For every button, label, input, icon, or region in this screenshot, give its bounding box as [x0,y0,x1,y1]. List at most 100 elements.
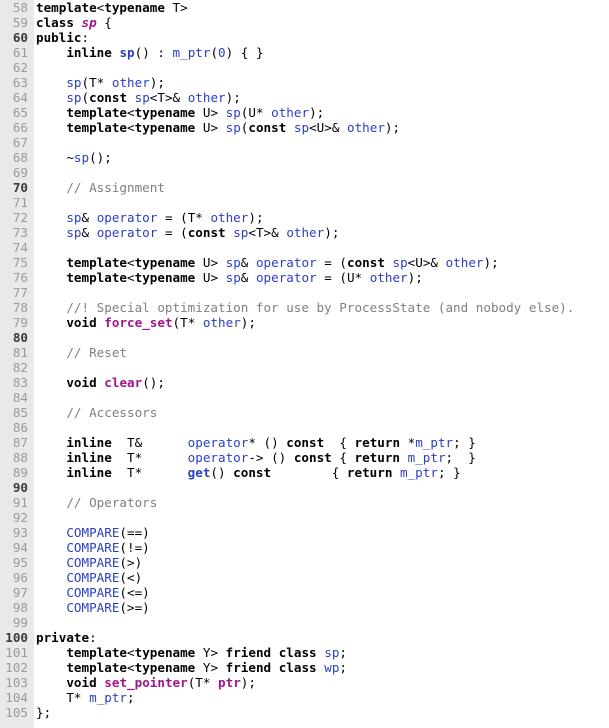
code-line[interactable]: 69 [0,165,609,180]
code-line[interactable]: 94 COMPARE(!=) [0,540,609,555]
code-line[interactable]: 63 sp(T* other); [0,75,609,90]
line-code[interactable]: inline T& operator* () const { return *m… [36,435,476,450]
line-code[interactable]: template<typename Y> friend class sp; [36,645,347,660]
code-line[interactable]: 99 [0,615,609,630]
code-line[interactable]: 104 T* m_ptr; [0,690,609,705]
code-line[interactable]: 88 inline T* operator-> () const { retur… [0,450,609,465]
line-code[interactable]: template<typename T> [36,0,188,15]
code-lines-container[interactable]: 58 template<typename T> 59 class sp {60 publ… [0,0,609,720]
code-token: sp [225,270,241,285]
code-line[interactable]: 64 sp(const sp<T>& other); [0,90,609,105]
code-line[interactable]: 103 void set_pointer(T* ptr); [0,675,609,690]
code-line[interactable]: 78 //! Special optimization for use by P… [0,300,609,315]
code-line[interactable]: 75 template<typename U> sp& operator = (… [0,255,609,270]
code-line[interactable]: 65 template<typename U> sp(U* other); [0,105,609,120]
code-line[interactable]: 86 [0,420,609,435]
code-line[interactable]: 102 template<typename Y> friend class wp… [0,660,609,675]
code-line[interactable]: 92 [0,510,609,525]
code-token: (); [142,375,165,390]
code-token: sp [233,225,249,240]
line-code[interactable]: private: [36,630,97,645]
line-code[interactable]: //! Special optimization for use by Proc… [36,300,574,315]
code-line[interactable]: 74 [0,240,609,255]
code-line[interactable]: 84 [0,390,609,405]
line-code[interactable]: inline sp() : m_ptr(0) { } [36,45,263,60]
code-line[interactable]: 73 sp& operator = (const sp<T>& other); [0,225,609,240]
line-code[interactable]: T* m_ptr; [36,690,134,705]
code-line[interactable]: 58 template<typename T> [0,0,609,15]
line-code[interactable]: // Assignment [36,180,165,195]
line-number: 82 [12,360,28,375]
code-line[interactable]: 95 COMPARE(>) [0,555,609,570]
line-code[interactable]: // Reset [36,345,127,360]
code-token: ); [248,210,264,225]
line-code[interactable]: // Accessors [36,405,157,420]
code-line[interactable]: 83 void clear(); [0,375,609,390]
line-code[interactable]: COMPARE(<) [36,570,142,585]
code-line[interactable]: 81 // Reset [0,345,609,360]
line-code[interactable]: sp(const sp<T>& other); [36,90,240,105]
line-code[interactable]: // Operators [36,495,157,510]
code-token: return [354,450,401,465]
line-code[interactable]: COMPARE(==) [36,525,149,540]
code-line[interactable]: 90 [0,480,609,495]
code-line[interactable]: 72 sp& operator = (T* other); [0,210,609,225]
line-code[interactable]: template<typename U> sp(U* other); [36,105,324,120]
line-code[interactable]: ~sp(); [36,150,112,165]
line-code[interactable]: inline T* get() const { return m_ptr; } [36,465,460,480]
code-token: { [324,435,355,450]
line-code[interactable]: COMPARE(>=) [36,600,149,615]
code-line[interactable]: 60 public: [0,30,609,45]
code-line[interactable]: 87 inline T& operator* () const { return… [0,435,609,450]
line-code[interactable]: COMPARE(!=) [36,540,149,555]
line-code[interactable]: COMPARE(<=) [36,585,149,600]
line-code[interactable]: sp(T* other); [36,75,165,90]
line-code[interactable]: class sp { [36,15,112,30]
code-line[interactable]: 89 inline T* get() const { return m_ptr;… [0,465,609,480]
code-line[interactable]: 79 void force_set(T* other); [0,315,609,330]
line-code[interactable]: }; [36,705,51,720]
line-code[interactable]: template<typename Y> friend class wp; [36,660,347,675]
line-code[interactable]: void set_pointer(T* ptr); [36,675,256,690]
line-code[interactable]: void force_set(T* other); [36,315,256,330]
code-line[interactable]: 67 [0,135,609,150]
line-code[interactable]: template<typename U> sp(const sp<U>& oth… [36,120,400,135]
line-code[interactable]: void clear(); [36,375,165,390]
code-line[interactable]: 80 [0,330,609,345]
line-code[interactable]: public: [36,30,89,45]
line-code[interactable]: COMPARE(>) [36,555,142,570]
line-number: 62 [12,60,28,75]
code-editor-view[interactable]: 58 template<typename T> 59 class sp {60 publ… [0,0,609,728]
code-line[interactable]: 105}; [0,705,609,720]
code-token: clear [104,375,143,390]
code-token: other [369,270,408,285]
code-line[interactable]: 93 COMPARE(==) [0,525,609,540]
code-line[interactable]: 91 // Operators [0,495,609,510]
code-line[interactable]: 62 [0,60,609,75]
code-line[interactable]: 71 [0,195,609,210]
code-line[interactable]: 96 COMPARE(<) [0,570,609,585]
code-line[interactable]: 76 template<typename U> sp& operator = (… [0,270,609,285]
code-line[interactable]: 59 class sp { [0,15,609,30]
code-line[interactable]: 70 // Assignment [0,180,609,195]
line-code[interactable]: template<typename U> sp& operator = (con… [36,255,498,270]
code-line[interactable]: 61 inline sp() : m_ptr(0) { } [0,45,609,60]
line-code[interactable]: sp& operator = (const sp<T>& other); [36,225,339,240]
line-code[interactable]: inline T* operator-> () const { return m… [36,450,476,465]
code-line[interactable]: 82 [0,360,609,375]
code-line[interactable]: 77 [0,285,609,300]
line-code[interactable]: sp& operator = (T* other); [36,210,264,225]
code-line[interactable]: 98 COMPARE(>=) [0,600,609,615]
code-line[interactable]: 68 ~sp(); [0,150,609,165]
code-line[interactable]: 85 // Accessors [0,405,609,420]
code-line[interactable]: 101 template<typename Y> friend class sp… [0,645,609,660]
line-code[interactable]: template<typename U> sp& operator = (U* … [36,270,422,285]
code-token: * () [248,435,287,450]
code-line[interactable]: 100 private: [0,630,609,645]
code-line[interactable]: 66 template<typename U> sp(const sp<U>& … [0,120,609,135]
code-line[interactable]: 97 COMPARE(<=) [0,585,609,600]
